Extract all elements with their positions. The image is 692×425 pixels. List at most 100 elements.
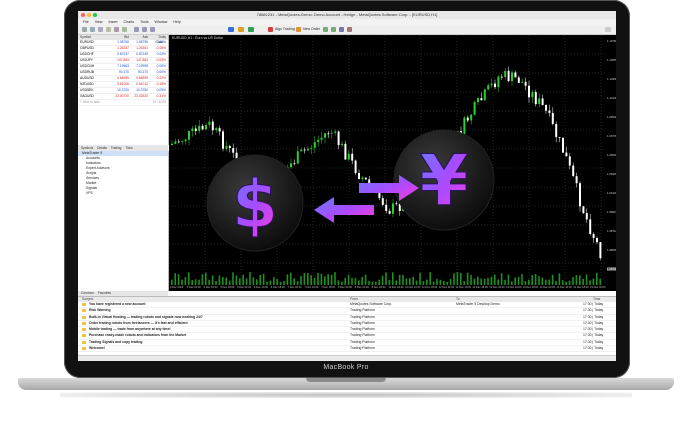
time-tick: 5 Dec 02:00 bbox=[186, 286, 201, 289]
time-tick: 13 Dec 10:00 bbox=[506, 286, 522, 289]
change-cell: 0.09% bbox=[156, 88, 166, 92]
ask-cell: 147.863 bbox=[136, 58, 148, 62]
period-m5-icon[interactable] bbox=[142, 27, 147, 32]
news-time: 17:30 | Today bbox=[583, 346, 604, 351]
price-tick: 1.09940 bbox=[607, 115, 616, 119]
symbol-cell: USDRUB bbox=[80, 70, 94, 74]
nav-label: Signals bbox=[86, 186, 98, 190]
ask-cell: 90.270 bbox=[137, 70, 148, 74]
news-panel: Subject From To Time You have registered… bbox=[78, 296, 616, 361]
bid-cell: 23.00720 bbox=[115, 94, 129, 98]
laptop-notch bbox=[306, 378, 386, 382]
price-chart[interactable]: EURUSD,H1 : Euro vs US Dollar $ ¥ bbox=[168, 34, 607, 285]
price-tick: 1.09120 bbox=[607, 191, 616, 195]
news-time: 17:30 | Today bbox=[583, 333, 604, 338]
time-tick: 4 Dec 2023 bbox=[170, 286, 184, 289]
news-subject: Welcome! bbox=[89, 346, 105, 351]
news-subject: Purchase ready-made robots and indicator… bbox=[89, 333, 187, 338]
new-order-button[interactable]: New Order bbox=[303, 27, 320, 31]
bid-cell: 147.853 bbox=[117, 58, 129, 62]
search-icon[interactable] bbox=[605, 27, 611, 32]
time-tick: 8 Dec 10:00 bbox=[354, 286, 369, 289]
yen-icon: ¥ bbox=[420, 140, 469, 222]
symbol-cell: USDCHF bbox=[80, 52, 94, 56]
nav-label: Services bbox=[86, 176, 100, 180]
mail-icon bbox=[82, 334, 86, 338]
news-subject: Mobile trading — trade from anywhere at … bbox=[89, 327, 171, 332]
ask-cell: 0.61012 bbox=[136, 82, 148, 86]
market-watch-icon[interactable] bbox=[98, 27, 103, 32]
algo-trading-icon[interactable] bbox=[268, 27, 273, 32]
bid-cell: 0.87237 bbox=[117, 52, 129, 56]
price-tick: 1.09325 bbox=[607, 172, 616, 176]
symbol-cell: EURUSD bbox=[80, 40, 94, 44]
profiles-icon[interactable] bbox=[90, 27, 95, 32]
time-tick: 11 Dec 02:00 bbox=[388, 286, 404, 289]
mail-icon bbox=[82, 328, 86, 332]
price-tick: 1.08710 bbox=[607, 229, 616, 233]
new-chart-icon[interactable] bbox=[82, 27, 87, 32]
zoom-out-icon[interactable] bbox=[331, 27, 336, 32]
zoom-in-icon[interactable] bbox=[323, 27, 328, 32]
change-cell: 0.03% bbox=[156, 52, 166, 56]
change-cell: 0.05% bbox=[156, 64, 166, 68]
period-h1-icon[interactable] bbox=[150, 27, 155, 32]
nav-item-vps[interactable]: VPS bbox=[78, 191, 168, 196]
news-row[interactable]: Welcome! Trading Platform 17:30 | Today bbox=[78, 346, 616, 353]
news-from: MetaQuotes Software Corp. bbox=[350, 302, 393, 306]
change-cell: 0.00% bbox=[156, 40, 166, 44]
line-chart-icon[interactable] bbox=[248, 27, 254, 32]
nav-label: VPS bbox=[86, 191, 93, 195]
change-cell: -0.31% bbox=[155, 94, 166, 98]
price-tick: 1.10350 bbox=[607, 77, 616, 81]
time-axis: 4 Dec 2023 5 Dec 02:00 5 Dec 10:00 5 Dec 18… bbox=[169, 285, 616, 291]
change-cell: -0.03% bbox=[155, 58, 166, 62]
nav-label: Scripts bbox=[86, 171, 97, 175]
nav-label: Indicators bbox=[86, 161, 101, 165]
bid-cell: 90.170 bbox=[118, 70, 129, 74]
ask-cell: 0.87249 bbox=[136, 52, 148, 56]
period-m1-icon[interactable] bbox=[134, 27, 139, 32]
window-title: 78682231 - MetaQuotes-Demo: Demo Account… bbox=[256, 12, 438, 17]
time-tick: 13 Dec 18:00 bbox=[522, 286, 539, 289]
news-from: Trading Platform bbox=[350, 308, 375, 313]
news-subject: Order trading robots from freelancers — … bbox=[89, 320, 188, 325]
add-symbol-hint[interactable]: + click to add... bbox=[78, 100, 130, 105]
trendline-icon[interactable] bbox=[122, 27, 127, 32]
price-axis: 1.10760 1.10555 1.10350 1.10145 1.09940 1.097… bbox=[607, 35, 616, 285]
bar-chart-icon[interactable] bbox=[228, 27, 234, 32]
symbol-cell: NZDUSD bbox=[80, 82, 94, 86]
ask-cell: 0.66599 bbox=[136, 76, 148, 80]
time-tick: 7 Dec 02:00 bbox=[287, 286, 302, 289]
algo-trading-button[interactable]: Algo Trading bbox=[275, 27, 295, 31]
indicators-icon[interactable] bbox=[347, 27, 352, 32]
bid-cell: 0.66595 bbox=[117, 76, 129, 80]
news-time: 17:30 | Today bbox=[583, 308, 604, 313]
change-cell: -0.22% bbox=[155, 76, 166, 80]
navigator-icon[interactable] bbox=[106, 27, 111, 32]
bid-cell: 1.26337 bbox=[117, 46, 129, 50]
nav-label: Market bbox=[86, 181, 97, 185]
time-tick: 6 Dec 18:00 bbox=[270, 286, 285, 289]
tile-windows-icon[interactable] bbox=[339, 27, 344, 32]
candles-icon[interactable] bbox=[238, 27, 244, 32]
symbol-cell: GBPUSD bbox=[80, 46, 94, 50]
news-time: 17:30 | Today bbox=[583, 302, 604, 306]
time-tick: 8 Dec 18:00 bbox=[371, 286, 386, 289]
news-subject: You have registered a new account bbox=[89, 302, 146, 306]
symbol-cell: AUDUSD bbox=[80, 76, 94, 80]
time-tick: 12 Dec 18:00 bbox=[472, 286, 488, 289]
news-from: Trading Platform bbox=[350, 327, 375, 332]
symbol-count: 10 / 1029 bbox=[152, 100, 166, 104]
bid-cell: 7.19963 bbox=[117, 64, 129, 68]
mail-icon bbox=[82, 303, 86, 306]
news-from: Trading Platform bbox=[350, 346, 375, 351]
new-order-icon[interactable] bbox=[296, 27, 301, 32]
crosshair-icon[interactable] bbox=[114, 27, 119, 32]
nav-label: Expert Advisors bbox=[86, 166, 110, 170]
price-tick: 1.08505 bbox=[607, 248, 616, 252]
mail-icon bbox=[82, 347, 86, 351]
app-screen: 78682231 - MetaQuotes-Demo: Demo Account… bbox=[78, 11, 616, 361]
news-time: 17:30 | Today bbox=[583, 314, 604, 319]
time-tick: 13 Dec 02:00 bbox=[489, 286, 505, 289]
